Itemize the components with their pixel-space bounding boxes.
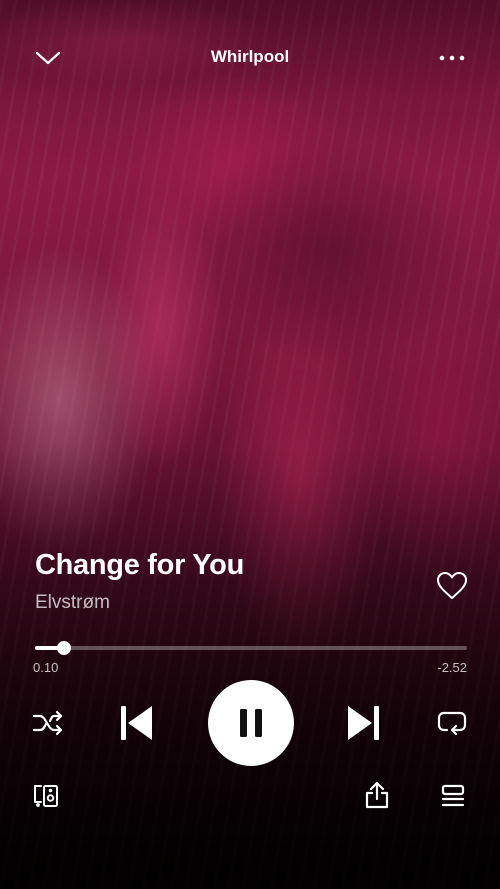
connect-devices-button[interactable] <box>30 780 62 812</box>
pause-icon <box>240 709 262 737</box>
more-options-icon <box>439 55 465 61</box>
share-icon <box>365 781 389 809</box>
next-button[interactable] <box>344 700 384 746</box>
previous-button[interactable] <box>116 700 156 746</box>
skip-next-icon <box>348 706 379 740</box>
repeat-icon <box>437 711 467 736</box>
repeat-button[interactable] <box>434 706 470 740</box>
more-options-button[interactable] <box>434 46 470 70</box>
like-button[interactable] <box>432 568 472 604</box>
heart-icon <box>437 572 467 599</box>
pause-button[interactable] <box>208 680 294 766</box>
playlist-title: Whirlpool <box>210 47 290 66</box>
queue-icon <box>441 784 465 807</box>
remaining-time: -2.52 <box>437 660 467 675</box>
connect-devices-icon <box>34 785 58 807</box>
share-button[interactable] <box>360 778 394 812</box>
track-title: Change for You <box>35 549 245 581</box>
progress-handle[interactable] <box>57 641 71 655</box>
progress-bar[interactable] <box>35 641 467 655</box>
track-artist[interactable]: Elvstrøm <box>35 592 110 614</box>
queue-button[interactable] <box>436 780 470 812</box>
elapsed-time: 0.10 <box>33 660 59 675</box>
skip-previous-icon <box>121 706 152 740</box>
shuffle-button[interactable] <box>30 706 66 740</box>
shuffle-icon <box>32 710 63 736</box>
